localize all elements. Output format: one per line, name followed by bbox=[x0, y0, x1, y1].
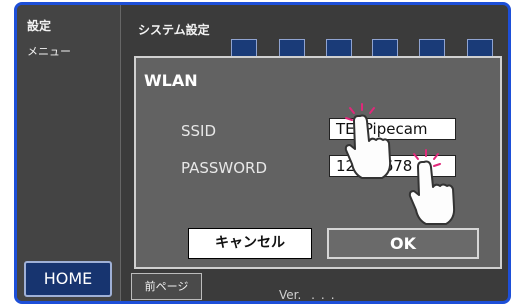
setting-tab[interactable] bbox=[231, 39, 257, 57]
ok-button[interactable]: OK bbox=[327, 228, 479, 259]
dialog-title: WLAN bbox=[144, 71, 198, 90]
pointing-hand-icon bbox=[408, 149, 456, 225]
pointing-hand-icon bbox=[344, 103, 392, 179]
cancel-button[interactable]: キャンセル bbox=[188, 228, 312, 259]
setting-tab[interactable] bbox=[279, 39, 305, 57]
sidebar: 設定 メニュー HOME bbox=[17, 5, 121, 301]
password-label: PASSWORD bbox=[181, 159, 268, 177]
setting-tab[interactable] bbox=[326, 39, 352, 57]
prev-page-button[interactable]: 前ページ bbox=[131, 273, 202, 300]
setting-tab[interactable] bbox=[419, 39, 445, 57]
sidebar-subtitle: メニュー bbox=[27, 45, 71, 58]
version-text: Ver. _._._._ bbox=[279, 288, 341, 302]
page-title: システム設定 bbox=[138, 23, 210, 37]
setting-tab[interactable] bbox=[467, 39, 493, 57]
home-button[interactable]: HOME bbox=[24, 261, 112, 297]
ssid-label: SSID bbox=[181, 122, 217, 140]
setting-tab[interactable] bbox=[372, 39, 398, 57]
sidebar-title: 設定 bbox=[27, 19, 52, 33]
